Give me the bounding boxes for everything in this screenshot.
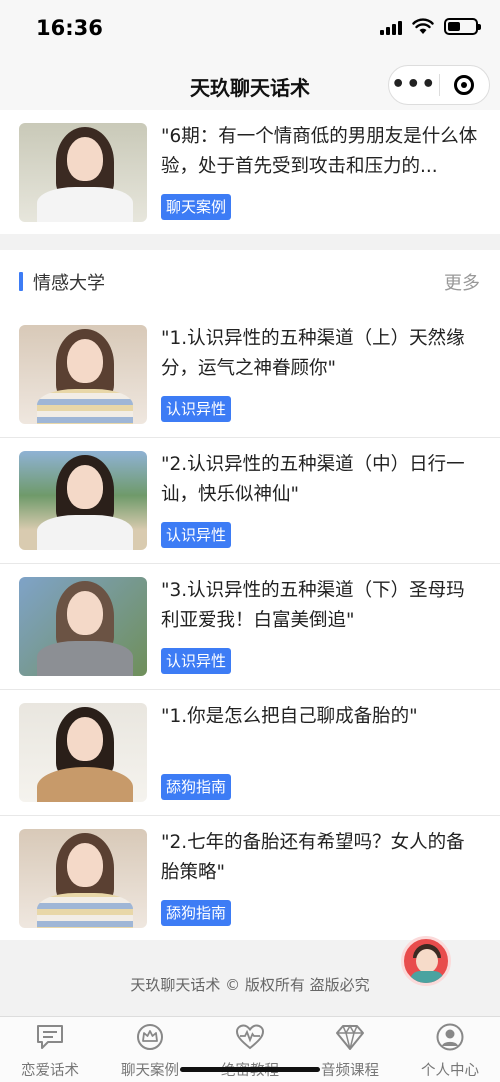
list-item[interactable]: "2.认识异性的五种渠道（中）日行一讪，快乐似神仙" 认识异性 <box>0 438 500 564</box>
article-thumbnail <box>19 577 147 676</box>
article-tag[interactable]: 舔狗指南 <box>161 900 232 926</box>
user-icon <box>436 1023 464 1051</box>
status-time: 16:36 <box>36 16 103 40</box>
article-tag[interactable]: 认识异性 <box>161 648 232 674</box>
diamond-icon <box>336 1024 364 1050</box>
article-thumbnail <box>19 325 147 424</box>
article-title: "1.你是怎么把自己聊成备胎的" <box>161 706 418 727</box>
article-thumbnail <box>19 829 147 928</box>
article-title: "3.认识异性的五种渠道（下）圣母玛利亚爱我！白富美倒追" <box>161 580 465 631</box>
tab-label: 个人中心 <box>421 1063 479 1079</box>
section-title: 情感大学 <box>33 273 105 294</box>
miniprogram-capsule: ••• <box>388 65 490 105</box>
wifi-icon <box>412 18 434 34</box>
bottom-tab-bar: 恋爱话术 聊天案例 绝密教程 音频课程 个人中心 <box>0 1016 500 1082</box>
article-thumbnail <box>19 123 147 222</box>
top-article-card: "6期：有一个情商低的男朋友是什么体验，处于首先受到攻击和压力的... 聊天案例 <box>0 110 500 234</box>
nav-bar: 天玖聊天话术 ••• <box>0 60 500 110</box>
signal-icon <box>380 19 402 35</box>
customer-service-button[interactable] <box>401 936 451 986</box>
article-title: "6期：有一个情商低的男朋友是什么体验，处于首先受到攻击和压力的... <box>161 126 478 177</box>
article-tag[interactable]: 舔狗指南 <box>161 774 232 800</box>
chat-icon <box>37 1025 63 1049</box>
article-title: "2.认识异性的五种渠道（中）日行一讪，快乐似神仙" <box>161 454 465 505</box>
list-item[interactable]: "2.七年的备胎还有希望吗？女人的备胎策略" 舔狗指南 <box>0 816 500 942</box>
list-item[interactable]: "1.认识异性的五种渠道（上）天然缘分，运气之神眷顾你" 认识异性 <box>0 312 500 438</box>
tab-chat-scripts[interactable]: 恋爱话术 <box>0 1017 100 1082</box>
crown-icon <box>137 1024 163 1050</box>
list-item[interactable]: "3.认识异性的五种渠道（下）圣母玛利亚爱我！白富美倒追" 认识异性 <box>0 564 500 690</box>
section-emotion-university: 情感大学 更多 "1.认识异性的五种渠道（上）天然缘分，运气之神眷顾你" 认识异… <box>0 250 500 940</box>
article-thumbnail <box>19 451 147 550</box>
list-item[interactable]: "6期：有一个情商低的男朋友是什么体验，处于首先受到攻击和压力的... 聊天案例 <box>0 110 500 234</box>
battery-icon <box>444 18 481 35</box>
tab-chat-cases[interactable]: 聊天案例 <box>100 1017 200 1082</box>
article-thumbnail <box>19 703 147 802</box>
heart-pulse-icon <box>235 1024 265 1050</box>
home-indicator[interactable] <box>180 1067 320 1072</box>
status-bar: 16:36 <box>0 0 500 60</box>
section-accent-bar <box>19 272 23 291</box>
status-icons <box>380 18 481 35</box>
list-item[interactable]: "1.你是怎么把自己聊成备胎的" 舔狗指南 <box>0 690 500 816</box>
more-menu-button[interactable]: ••• <box>389 74 439 96</box>
article-tag[interactable]: 聊天案例 <box>161 194 232 220</box>
article-tag[interactable]: 认识异性 <box>161 522 232 548</box>
tab-personal-center[interactable]: 个人中心 <box>400 1017 500 1082</box>
section-header: 情感大学 更多 <box>0 250 500 312</box>
tab-label: 恋爱话术 <box>21 1063 79 1079</box>
section-more-link[interactable]: 更多 <box>444 269 480 295</box>
tab-audio-courses[interactable]: 音频课程 <box>300 1017 400 1082</box>
close-miniprogram-button[interactable] <box>440 75 490 95</box>
article-tag[interactable]: 认识异性 <box>161 396 232 422</box>
article-title: "1.认识异性的五种渠道（上）天然缘分，运气之神眷顾你" <box>161 328 465 379</box>
target-icon <box>454 75 475 95</box>
article-title: "2.七年的备胎还有希望吗？女人的备胎策略" <box>161 832 465 883</box>
tab-secret-tutorials[interactable]: 绝密教程 <box>200 1017 300 1082</box>
